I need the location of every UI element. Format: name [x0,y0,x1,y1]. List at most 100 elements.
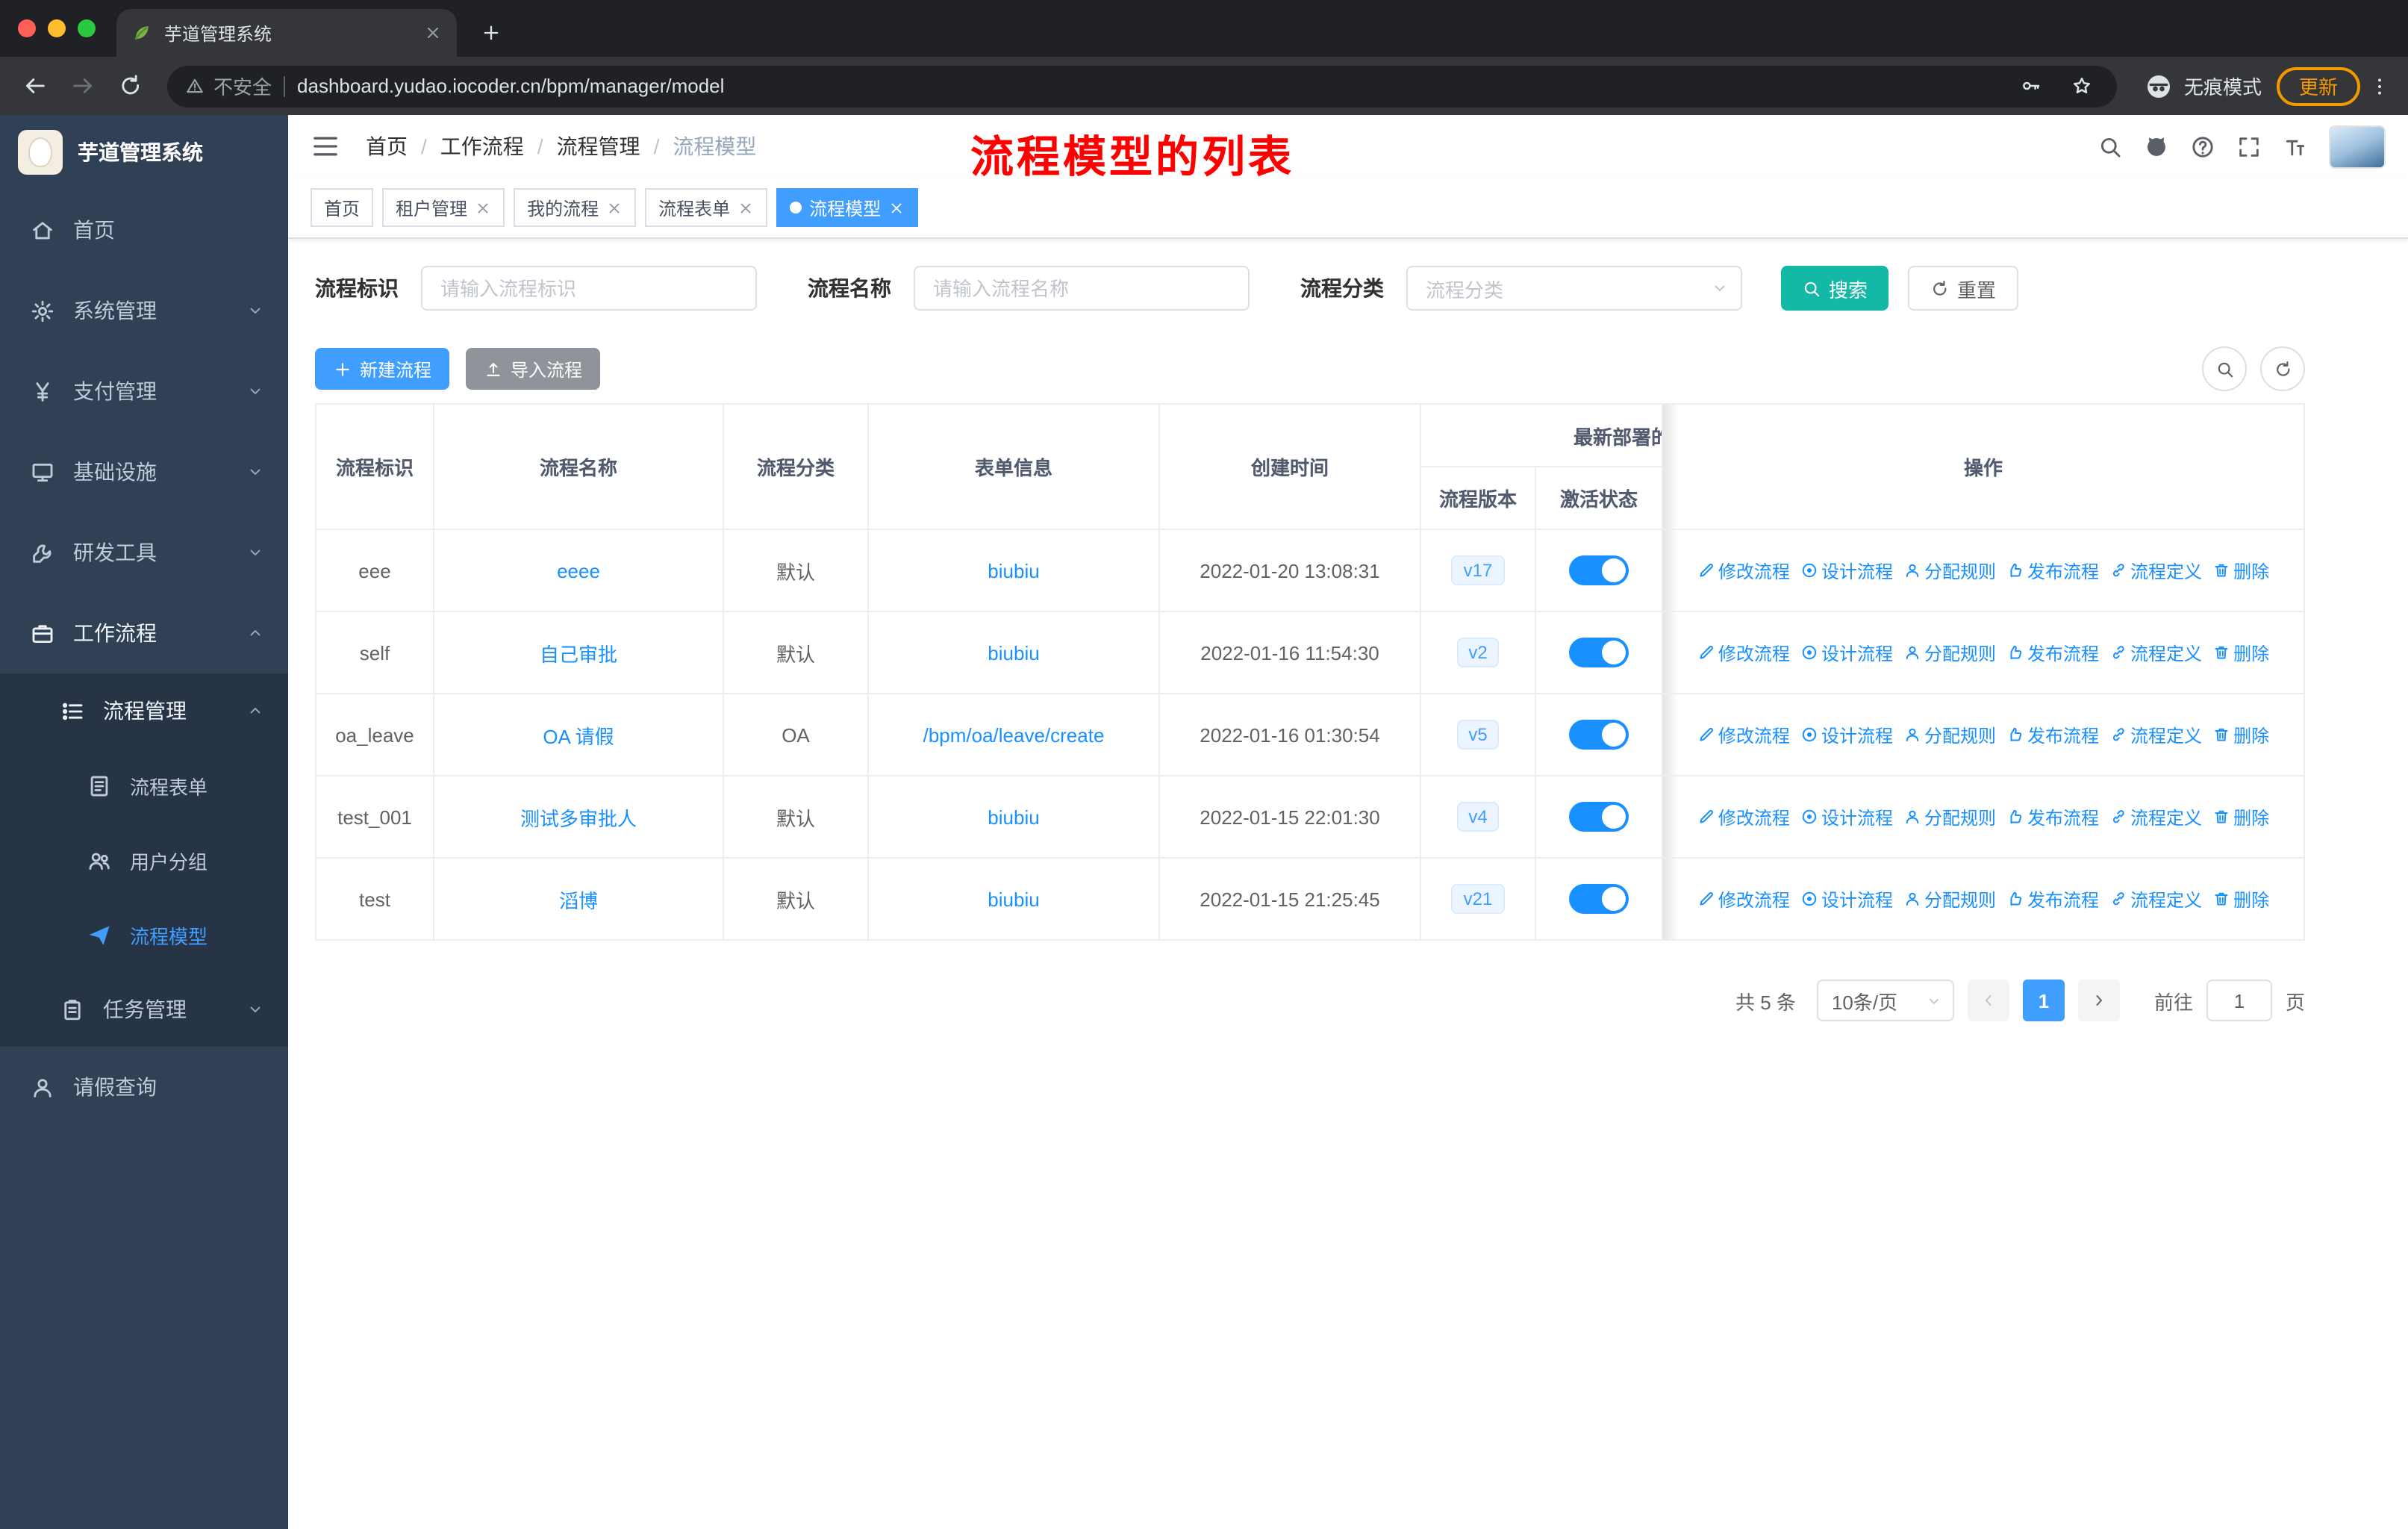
process-name-link[interactable]: 滔博 [559,889,598,912]
close-icon[interactable] [606,199,623,216]
create-process-button[interactable]: 新建流程 [315,348,450,390]
process-name-link[interactable]: 自己审批 [540,643,617,665]
tag-tenant[interactable]: 租户管理 [382,188,505,227]
op-delete-link[interactable]: 删除 [2212,804,2269,829]
process-name-link[interactable]: 测试多审批人 [520,807,637,829]
op-definition-link[interactable]: 流程定义 [2109,640,2202,665]
browser-menu-button[interactable] [2363,66,2396,105]
prev-page-button[interactable] [1967,980,2009,1021]
search-icon[interactable] [2097,134,2123,159]
op-delete-link[interactable]: 删除 [2212,886,2269,912]
op-definition-link[interactable]: 流程定义 [2109,722,2202,747]
window-close-button[interactable] [18,19,36,37]
reload-button[interactable] [107,63,152,108]
process-key-input[interactable] [421,266,757,311]
op-design-link[interactable]: 设计流程 [1800,886,1893,912]
op-edit-link[interactable]: 修改流程 [1697,804,1790,829]
form-link[interactable]: biubiu [988,888,1039,910]
op-publish-link[interactable]: 发布流程 [2006,640,2099,665]
op-design-link[interactable]: 设计流程 [1800,722,1893,747]
op-delete-link[interactable]: 删除 [2212,640,2269,665]
sidebar-item-pay[interactable]: 支付管理 [0,351,288,432]
breadcrumb-process-mgmt[interactable]: 流程管理 [557,131,640,161]
op-publish-link[interactable]: 发布流程 [2006,804,2099,829]
version-badge[interactable]: v5 [1456,720,1500,750]
version-badge[interactable]: v4 [1456,802,1500,832]
browser-tab[interactable]: 芋道管理系统 [116,9,457,57]
version-badge[interactable]: v21 [1451,884,1505,914]
bookmark-button[interactable] [2063,66,2102,105]
version-badge[interactable]: v17 [1451,555,1505,585]
sidebar-item-leave-query[interactable]: 请假查询 [0,1047,288,1127]
reset-button[interactable]: 重置 [1908,266,2019,311]
address-bar[interactable]: 不安全 dashboard.yudao.iocoder.cn/bpm/manag… [167,65,2117,107]
next-page-button[interactable] [2077,980,2120,1021]
op-assign-link[interactable]: 分配规则 [1903,558,1996,583]
op-edit-link[interactable]: 修改流程 [1697,558,1790,583]
tag-process-form[interactable]: 流程表单 [645,188,768,227]
sidebar-item-process-form[interactable]: 流程表单 [0,748,288,823]
form-link[interactable]: /bpm/oa/leave/create [923,723,1105,746]
status-toggle[interactable] [1569,884,1629,914]
process-name-link[interactable]: eeee [557,559,600,582]
tag-home[interactable]: 首页 [311,188,374,227]
version-badge[interactable]: v2 [1456,638,1500,667]
tag-process-model[interactable]: 流程模型 [776,188,919,227]
form-link[interactable]: biubiu [988,806,1039,828]
fullscreen-icon[interactable] [2236,134,2262,159]
op-definition-link[interactable]: 流程定义 [2109,558,2202,583]
op-edit-link[interactable]: 修改流程 [1697,640,1790,665]
process-name-input[interactable] [914,266,1250,311]
status-toggle[interactable] [1569,638,1629,667]
op-definition-link[interactable]: 流程定义 [2109,804,2202,829]
breadcrumb-home[interactable]: 首页 [366,131,408,161]
security-indicator[interactable]: 不安全 [185,72,272,100]
form-link[interactable]: biubiu [988,641,1039,664]
forward-button[interactable] [60,63,105,108]
op-design-link[interactable]: 设计流程 [1800,640,1893,665]
close-icon[interactable] [737,199,754,216]
tab-close-icon[interactable] [424,24,442,42]
op-publish-link[interactable]: 发布流程 [2006,722,2099,747]
sidebar-item-infra[interactable]: 基础设施 [0,432,288,512]
close-icon[interactable] [888,199,905,216]
sidebar-item-home[interactable]: 首页 [0,190,288,270]
back-button[interactable] [12,63,57,108]
breadcrumb-workflow[interactable]: 工作流程 [440,131,524,161]
process-name-link[interactable]: OA 请假 [543,725,614,747]
status-toggle[interactable] [1569,802,1629,832]
tag-my-process[interactable]: 我的流程 [514,188,637,227]
page-size-select[interactable]: 10条/页 [1816,980,1954,1021]
form-link[interactable]: biubiu [988,559,1039,582]
sidebar-item-dev-tools[interactable]: 研发工具 [0,512,288,593]
category-select[interactable]: 流程分类 [1406,266,1742,311]
window-zoom-button[interactable] [78,19,96,37]
avatar[interactable] [2329,125,2386,168]
github-icon[interactable] [2144,134,2169,159]
close-icon[interactable] [475,199,491,216]
page-number-button[interactable]: 1 [2022,980,2065,1021]
op-delete-link[interactable]: 删除 [2212,558,2269,583]
op-publish-link[interactable]: 发布流程 [2006,558,2099,583]
op-assign-link[interactable]: 分配规则 [1903,886,1996,912]
new-tab-button[interactable] [472,13,511,52]
sidebar-item-process-mgmt[interactable]: 流程管理 [0,673,288,748]
password-manager-button[interactable] [2012,66,2051,105]
sidebar-item-task-mgmt[interactable]: 任务管理 [0,972,288,1047]
toggle-search-button[interactable] [2202,346,2247,391]
sidebar-item-process-model[interactable]: 流程模型 [0,897,288,972]
op-publish-link[interactable]: 发布流程 [2006,886,2099,912]
op-definition-link[interactable]: 流程定义 [2109,886,2202,912]
search-button[interactable]: 搜索 [1781,266,1889,311]
op-design-link[interactable]: 设计流程 [1800,804,1893,829]
import-process-button[interactable]: 导入流程 [466,348,601,390]
update-button[interactable]: 更新 [2276,66,2360,105]
sidebar-item-system[interactable]: 系统管理 [0,270,288,351]
op-assign-link[interactable]: 分配规则 [1903,804,1996,829]
op-edit-link[interactable]: 修改流程 [1697,886,1790,912]
status-toggle[interactable] [1569,720,1629,750]
refresh-table-button[interactable] [2260,346,2305,391]
help-icon[interactable] [2190,134,2215,159]
op-edit-link[interactable]: 修改流程 [1697,722,1790,747]
sidebar-item-workflow[interactable]: 工作流程 [0,593,288,673]
